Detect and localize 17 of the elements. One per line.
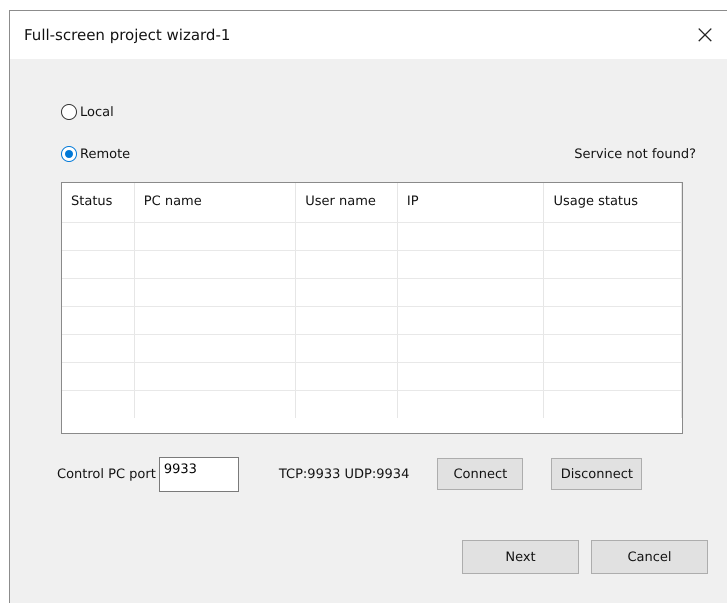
protocol-text: TCP:9933 UDP:9934 xyxy=(278,466,410,482)
port-label: Control PC port xyxy=(57,466,156,482)
column-header[interactable]: Status xyxy=(62,183,135,222)
column-header[interactable]: IP xyxy=(398,183,544,222)
disconnect-button[interactable]: Disconnect xyxy=(551,458,642,490)
radio-option[interactable]: Local xyxy=(61,104,114,120)
window-title: Full-screen project wizard-1 xyxy=(24,26,230,44)
column-header[interactable]: PC name xyxy=(134,183,296,222)
radio-option[interactable]: Remote xyxy=(61,146,130,162)
column-header[interactable]: User name xyxy=(296,183,398,222)
port-field[interactable]: 9933 xyxy=(158,456,239,492)
connect-button[interactable]: Connect xyxy=(437,458,524,490)
cancel-button[interactable]: Cancel xyxy=(591,540,708,574)
help-link[interactable]: Service not found? xyxy=(574,146,696,162)
next-button[interactable]: Next xyxy=(462,540,579,574)
close-button[interactable]: × xyxy=(685,15,725,55)
column-header[interactable]: Usage status xyxy=(544,183,682,222)
